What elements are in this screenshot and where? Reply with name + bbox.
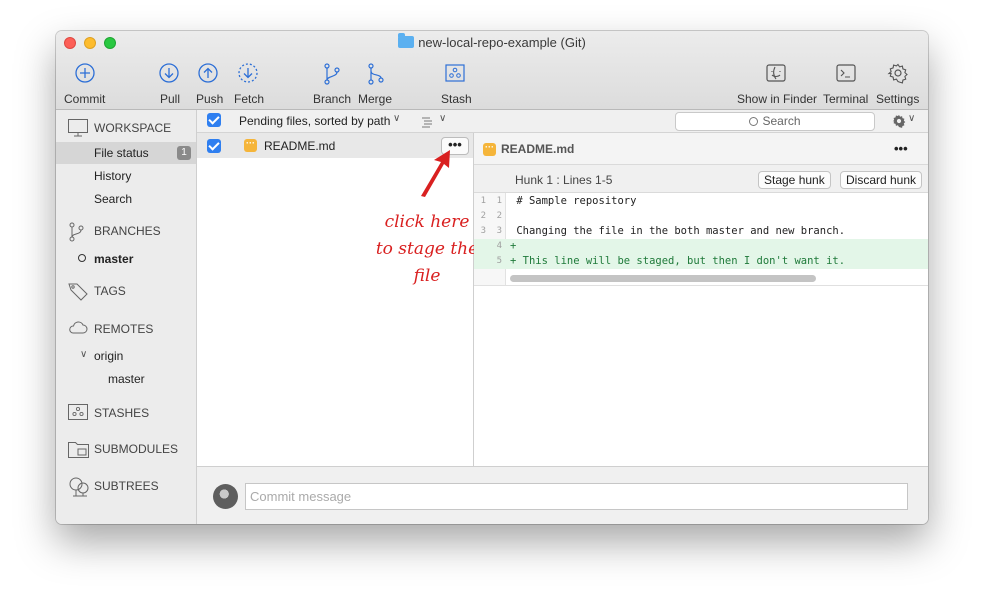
merge-icon	[368, 63, 384, 85]
remote-origin-label: origin	[94, 349, 124, 363]
submodules-label: SUBMODULES	[94, 442, 179, 456]
branch-icon	[324, 63, 340, 85]
annotation-line-2: to stage the	[375, 239, 479, 259]
folder-icon	[398, 33, 415, 48]
modified-file-icon: ···	[244, 139, 257, 152]
branch-icon	[69, 222, 84, 242]
show-in-finder-label: Show in Finder	[737, 92, 818, 106]
chevron-down-icon: ∨	[80, 349, 88, 360]
diff-header: ··· README.md •••	[474, 133, 928, 165]
stage-hunk-button[interactable]: Stage hunk	[758, 171, 831, 189]
sidebar-item-history[interactable]: History	[94, 169, 131, 183]
annotation-line-3: file	[413, 266, 441, 286]
avatar	[213, 484, 238, 509]
hunk-header: Hunk 1 : Lines 1-5 Stage hunk Discard hu…	[474, 165, 928, 193]
merge-label: Merge	[358, 92, 393, 106]
gear-icon	[887, 63, 908, 84]
new-line-number: 1	[496, 196, 502, 206]
hunk-title: Hunk 1 : Lines 1-5	[515, 173, 613, 187]
diff-line-added: 4 +	[474, 239, 928, 254]
diff-line-added: 5 + This line will be staged, but then I…	[474, 254, 928, 269]
old-line-number: 1	[480, 196, 486, 206]
new-line-number: 3	[496, 226, 502, 236]
commit-message-placeholder: Commit message	[250, 489, 352, 504]
chevron-down-icon: ∨	[908, 113, 916, 124]
terminal-icon	[836, 64, 856, 82]
toolbar: new-local-repo-example (Git) Commit Pull	[56, 31, 928, 110]
diff-filename: README.md	[501, 142, 575, 156]
file-status-label: File status	[94, 146, 149, 160]
diff-more-actions-button[interactable]: •••	[894, 141, 908, 156]
diff-line-text: Changing the file in the both master and…	[510, 225, 846, 237]
window-title: new-local-repo-example (Git)	[56, 33, 928, 50]
app-window: new-local-repo-example (Git) Commit Pull	[56, 31, 928, 524]
settings-label: Settings	[876, 92, 920, 106]
new-line-number: 2	[496, 211, 502, 221]
pull-label: Pull	[160, 92, 181, 106]
commit-label: Commit	[64, 92, 106, 106]
pull-icon	[159, 63, 179, 83]
diff-line: 3 3 Changing the file in the both master…	[474, 224, 928, 239]
fetch-label: Fetch	[234, 92, 265, 106]
diff-pane: ··· README.md ••• Hunk 1 : Lines 1-5 Sta…	[474, 133, 928, 466]
submodule-icon	[68, 442, 89, 458]
branches-label: BRANCHES	[94, 224, 161, 238]
horizontal-scrollbar[interactable]	[510, 275, 816, 282]
file-stage-checkbox[interactable]	[207, 139, 221, 153]
stash-icon	[68, 404, 88, 420]
tags-label: TAGS	[94, 284, 126, 298]
file-name: README.md	[264, 139, 336, 153]
commit-area: Commit message	[197, 466, 928, 524]
sort-label: Pending files, sorted by path	[239, 114, 391, 128]
sidebar-item-remote-branch-master[interactable]: master	[108, 372, 145, 386]
sidebar: WORKSPACE File status 1 History Search B…	[56, 110, 197, 524]
push-label: Push	[196, 92, 224, 106]
divider	[474, 285, 928, 286]
subtrees-label: SUBTREES	[94, 479, 159, 493]
file-list-header: Pending files, sorted by path ∨ ∨ Search…	[197, 110, 928, 133]
commit-message-input[interactable]: Commit message	[245, 483, 908, 510]
discard-hunk-button[interactable]: Discard hunk	[840, 171, 923, 189]
terminal-label: Terminal	[823, 92, 869, 106]
diff-line-text: # Sample repository	[510, 195, 637, 207]
new-line-number: 4	[496, 241, 502, 251]
push-icon	[198, 63, 218, 83]
file-status-badge: 1	[177, 146, 191, 160]
stash-label: Stash	[441, 92, 472, 106]
stashes-label: STASHES	[94, 406, 150, 420]
commit-icon	[75, 63, 95, 83]
annotation-note: click here to stage the file	[362, 209, 492, 290]
current-branch-indicator-icon	[78, 254, 86, 262]
diff-line-text: + This line will be staged, but then I d…	[510, 255, 846, 267]
cloud-icon	[69, 321, 88, 334]
annotation-line-1: click here	[384, 212, 470, 232]
branch-label: Branch	[313, 92, 352, 106]
search-icon	[749, 117, 759, 126]
new-line-number: 5	[496, 256, 502, 266]
search-input[interactable]: Search	[675, 112, 875, 131]
current-branch-label: master	[94, 252, 134, 266]
chevron-down-icon: ∨	[439, 113, 447, 124]
tag-icon	[68, 283, 88, 301]
finder-icon	[766, 64, 786, 82]
gear-icon	[892, 115, 906, 128]
list-view-icon	[422, 117, 432, 128]
monitor-icon	[68, 119, 88, 137]
modified-file-icon: ···	[483, 143, 496, 156]
workspace-label: WORKSPACE	[94, 121, 172, 135]
subtree-icon	[69, 477, 89, 497]
diff-line: 2 2	[474, 209, 928, 224]
old-line-number: 2	[480, 211, 486, 221]
remotes-label: REMOTES	[94, 322, 154, 336]
search-placeholder: Search	[762, 114, 801, 128]
diff-line-text: +	[510, 240, 517, 252]
stash-icon	[445, 64, 465, 82]
sidebar-item-search[interactable]: Search	[94, 192, 132, 206]
select-all-checkbox[interactable]	[207, 113, 221, 127]
chevron-down-icon: ∨	[393, 113, 401, 124]
annotation-arrow	[421, 150, 450, 197]
fetch-icon	[238, 63, 258, 83]
old-line-number: 3	[480, 226, 486, 236]
diff-line: 1 1 # Sample repository	[474, 194, 928, 209]
